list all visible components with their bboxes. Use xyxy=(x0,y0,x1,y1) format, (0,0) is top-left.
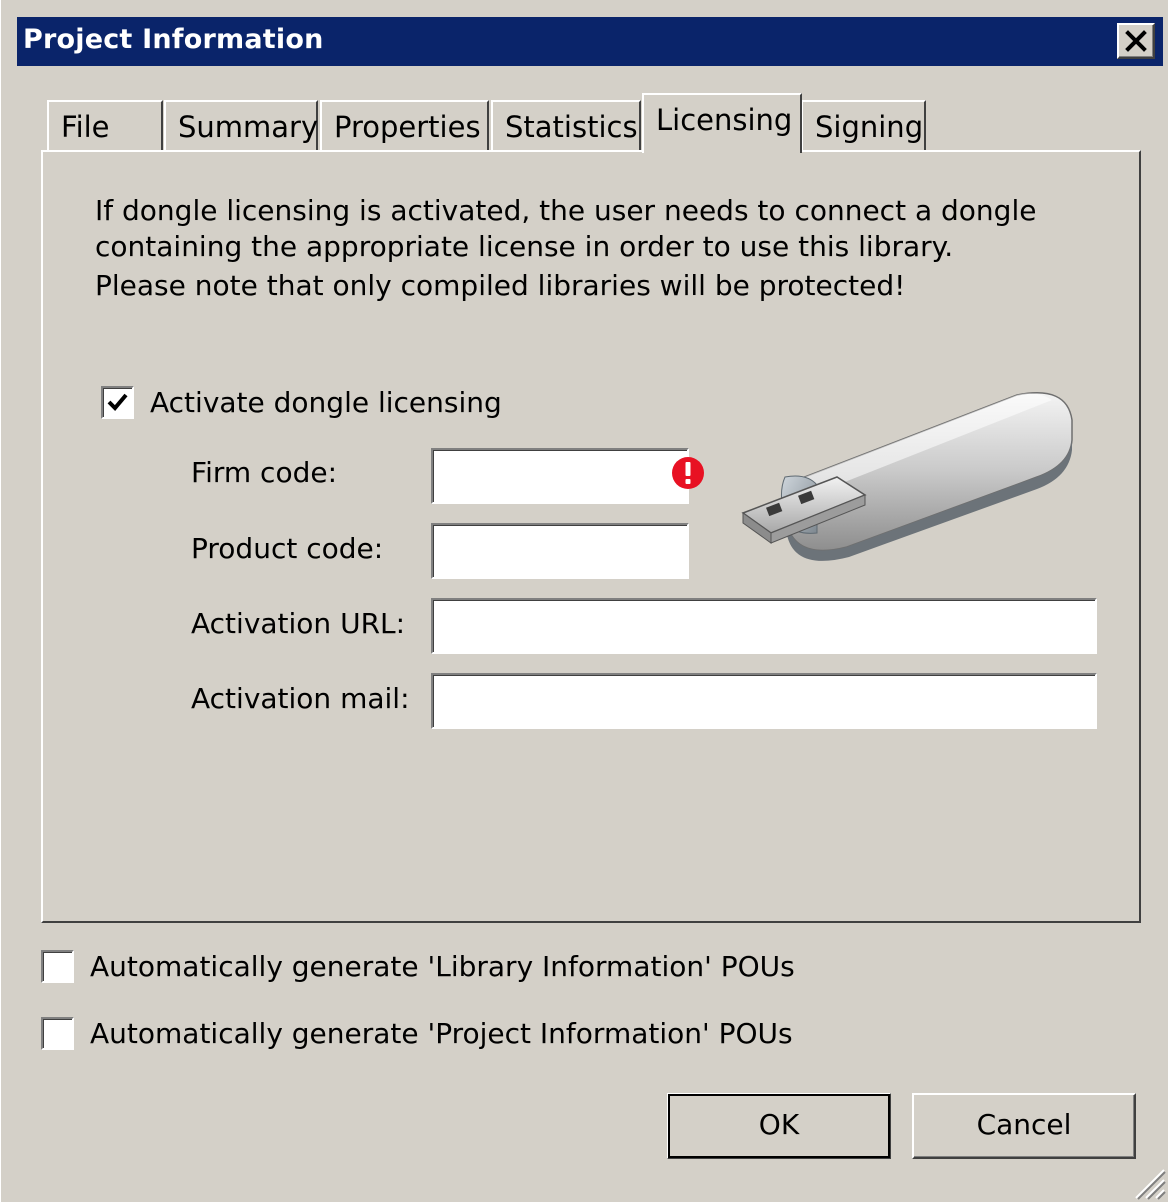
activation-mail-label: Activation mail: xyxy=(191,682,410,715)
activation-mail-input[interactable] xyxy=(437,679,1095,725)
tab-properties[interactable]: Properties xyxy=(320,100,489,150)
resize-grip-icon[interactable] xyxy=(1132,1166,1166,1200)
tab-label: File xyxy=(61,110,110,144)
product-code-label: Product code: xyxy=(191,532,384,565)
tab-file[interactable]: File xyxy=(47,100,163,150)
checkmark-icon xyxy=(107,393,128,411)
licensing-info-line: containing the appropriate license in or… xyxy=(95,230,954,263)
title-bar[interactable]: Project Information xyxy=(17,17,1163,66)
product-code-input[interactable] xyxy=(437,529,687,575)
usb-dongle-icon xyxy=(741,392,1073,561)
tab-summary[interactable]: Summary xyxy=(164,100,318,150)
activate-dongle-label[interactable]: Activate dongle licensing xyxy=(150,386,502,419)
tab-signing[interactable]: Signing xyxy=(801,100,926,150)
activation-url-field[interactable] xyxy=(431,598,1097,654)
error-icon xyxy=(672,457,704,489)
tab-label: Properties xyxy=(334,110,481,144)
project-info-checkbox[interactable] xyxy=(41,1017,74,1050)
firm-code-label: Firm code: xyxy=(191,456,338,489)
activate-dongle-checkbox[interactable] xyxy=(101,386,134,419)
activation-url-input[interactable] xyxy=(437,604,1095,650)
project-information-dialog: Project Information File Summary Propert… xyxy=(0,0,1168,1202)
tab-label: Licensing xyxy=(656,103,793,137)
firm-code-field[interactable] xyxy=(431,448,689,504)
ok-button[interactable]: OK xyxy=(667,1093,891,1159)
library-info-checkbox[interactable] xyxy=(41,950,74,983)
close-icon xyxy=(1125,30,1147,52)
product-code-field[interactable] xyxy=(431,523,689,579)
cancel-button[interactable]: Cancel xyxy=(912,1093,1136,1159)
firm-code-input[interactable] xyxy=(437,454,687,500)
tab-licensing[interactable]: Licensing xyxy=(642,93,802,153)
licensing-info-line: If dongle licensing is activated, the us… xyxy=(95,194,1037,227)
tab-label: Signing xyxy=(815,110,924,144)
dialog-title: Project Information xyxy=(23,24,324,55)
tab-label: Statistics xyxy=(505,110,638,144)
activation-mail-field[interactable] xyxy=(431,673,1097,729)
activation-url-label: Activation URL: xyxy=(191,607,406,640)
licensing-info-line: Please note that only compiled libraries… xyxy=(95,269,906,302)
project-info-label[interactable]: Automatically generate 'Project Informat… xyxy=(90,1017,793,1050)
close-button[interactable] xyxy=(1117,23,1155,59)
tab-statistics[interactable]: Statistics xyxy=(491,100,641,150)
library-info-label[interactable]: Automatically generate 'Library Informat… xyxy=(90,950,795,983)
tab-label: Summary xyxy=(178,110,319,144)
